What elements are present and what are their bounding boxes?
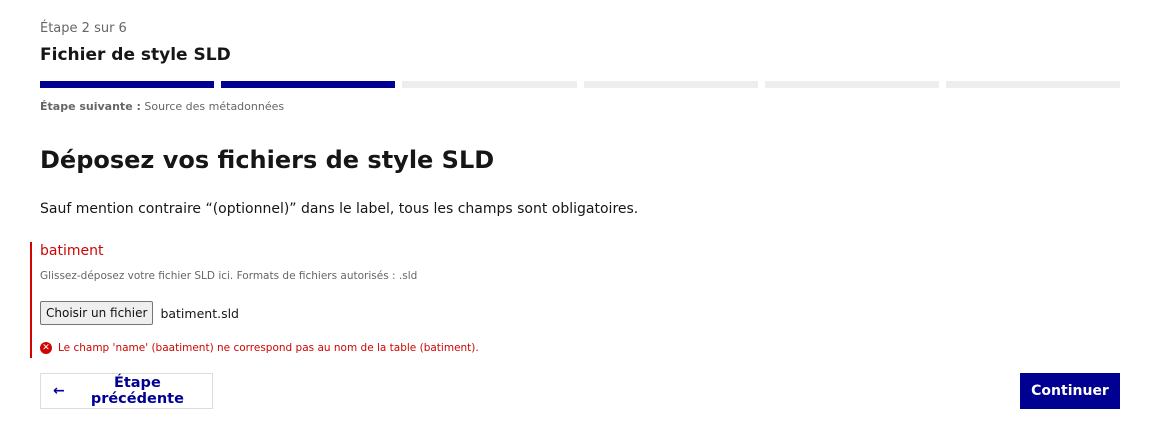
stepper-next-label: Étape suivante :: [40, 100, 141, 113]
stepper-segment-6: [945, 81, 1121, 88]
continue-button[interactable]: Continuer: [1020, 373, 1120, 409]
error-circle-icon: ✕: [40, 342, 52, 354]
selected-file-name: batiment.sld: [160, 305, 239, 321]
stepper-segment-5: [764, 81, 939, 88]
page-title: Déposez vos fichiers de style SLD: [40, 146, 495, 174]
stepper-next-value: Source des métadonnées: [144, 100, 285, 113]
file-input[interactable]: Choisir un fichier batiment.sld: [40, 301, 239, 325]
form-intro-text: Sauf mention contraire “(optionnel)” dan…: [40, 201, 639, 217]
upload-error: ✕ Le champ 'name' (baatiment) ne corresp…: [40, 342, 479, 354]
stepper-segment-1: [40, 81, 215, 88]
stepper-segment-4: [583, 81, 758, 88]
upload-label: batiment: [40, 243, 104, 259]
stepper-next-step: Étape suivante : Source des métadonnées: [40, 100, 284, 113]
stepper-segment-2: [221, 81, 396, 88]
previous-step-button[interactable]: ← Étape précédente: [40, 373, 213, 409]
upload-hint: Glissez-déposez votre fichier SLD ici. F…: [40, 270, 418, 282]
upload-group-batiment: batiment Glissez-déposez votre fichier S…: [30, 242, 632, 358]
stepper-state: Étape 2 sur 6: [40, 21, 127, 36]
error-message: Le champ 'name' (baatiment) ne correspon…: [58, 342, 479, 354]
previous-step-label: Étape précédente: [90, 375, 184, 407]
stepper-segment-3: [402, 81, 577, 88]
stepper-progress-bar: [40, 81, 1121, 88]
arrow-left-icon: ←: [53, 383, 65, 399]
stepper-title: Fichier de style SLD: [40, 45, 231, 65]
choose-file-button[interactable]: Choisir un fichier: [40, 301, 154, 325]
page: Étape 2 sur 6 Fichier de style SLD Étape…: [0, 0, 1149, 427]
